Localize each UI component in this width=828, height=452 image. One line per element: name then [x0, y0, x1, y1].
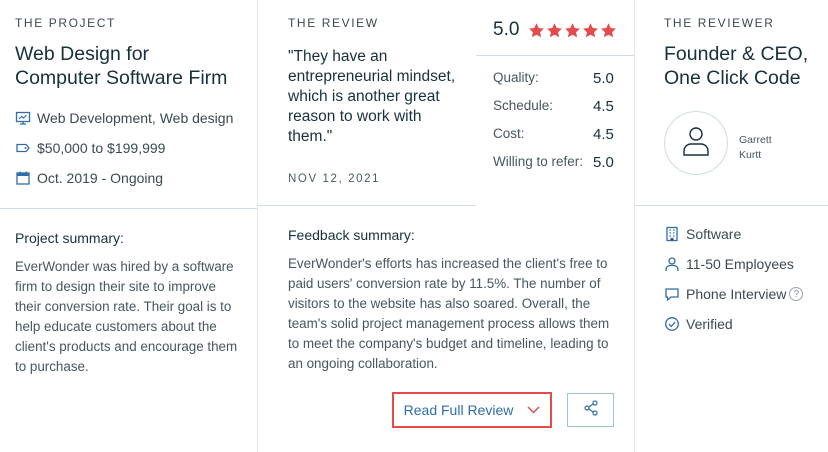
read-full-review-label: Read Full Review — [403, 402, 514, 418]
score-quality: Quality: 5.0 — [493, 70, 615, 87]
reviewer-title-line1: Founder & CEO, — [664, 43, 809, 65]
star-icon — [601, 23, 616, 38]
star-icon — [583, 23, 598, 38]
score-value: 5.0 — [593, 70, 614, 87]
score-willing-to-refer: Willing to refer: 5.0 — [493, 154, 615, 171]
project-title-line1: Web Design for — [15, 43, 150, 65]
person-icon — [664, 256, 680, 272]
share-icon — [583, 399, 599, 421]
reviewer-verification: Verified — [664, 316, 733, 332]
reviewer-title: Founder & CEO, One Click Code — [664, 42, 808, 90]
reviewer-verification-text: Verified — [686, 316, 733, 332]
reviewer-employees: 11-50 Employees — [664, 256, 794, 272]
reviewer-name-last: Kurtt — [739, 149, 762, 161]
chat-bubble-icon — [664, 286, 680, 302]
review-quote: "They have an entrepreneurial mindset, w… — [288, 48, 456, 145]
reviewer-title-line2: One Click Code — [664, 67, 801, 89]
project-timeline-text: Oct. 2019 - Ongoing — [37, 170, 164, 186]
project-summary-label: Project summary: — [15, 230, 124, 246]
review-section-label: THE REVIEW — [288, 16, 379, 30]
star-icon — [547, 23, 562, 38]
score-cost: Cost: 4.5 — [493, 126, 615, 143]
overall-rating: 5.0 — [493, 19, 520, 40]
project-budget: $50,000 to $199,999 — [15, 140, 165, 156]
star-rating — [528, 22, 617, 39]
column-divider-1 — [257, 0, 258, 452]
score-value: 5.0 — [593, 154, 614, 171]
project-title-line2: Computer Software Firm — [15, 67, 228, 89]
price-tag-icon — [15, 140, 31, 156]
feedback-summary-text: EverWonder's efforts has increased the c… — [288, 256, 610, 371]
monitor-icon — [15, 110, 31, 126]
score-label: Willing to refer: — [493, 154, 584, 169]
chevron-down-icon — [527, 406, 540, 414]
project-service-text: Web Development, Web design — [37, 110, 234, 126]
reviewer-industry: Software — [664, 226, 741, 242]
reviewer-name: Garrett Kurtt — [739, 133, 799, 163]
project-service: Web Development, Web design — [15, 110, 233, 126]
question-icon[interactable]: ? — [789, 287, 804, 301]
reviewer-name-first: Garrett — [739, 134, 772, 146]
review-date: NOV 12, 2021 — [288, 173, 381, 185]
project-timeline: Oct. 2019 - Ongoing — [15, 170, 163, 186]
score-label: Quality: — [493, 70, 539, 85]
star-icon — [529, 23, 544, 38]
reviewer-employees-text: 11-50 Employees — [686, 256, 794, 272]
avatar — [664, 111, 728, 175]
user-icon — [681, 125, 711, 162]
share-button[interactable] — [567, 393, 614, 427]
reviewer-divider — [635, 205, 828, 206]
project-title: Web Design for Computer Software Firm — [15, 42, 227, 90]
score-value: 4.5 — [593, 126, 614, 143]
score-value: 4.5 — [593, 98, 614, 115]
reviewer-industry-text: Software — [686, 226, 742, 242]
column-divider-2 — [634, 0, 635, 452]
calendar-icon — [15, 170, 31, 186]
reviewer-review-type: Phone Interview ? — [664, 286, 804, 302]
check-circle-icon — [664, 316, 680, 332]
project-budget-text: $50,000 to $199,999 — [37, 140, 166, 156]
project-summary-text: EverWonder was hired by a software firm … — [15, 259, 238, 374]
score-label: Schedule: — [493, 98, 554, 113]
score-divider — [476, 55, 634, 56]
feedback-summary-label: Feedback summary: — [288, 227, 415, 243]
project-divider — [0, 208, 257, 209]
reviewer-review-type-text: Phone Interview — [686, 286, 787, 302]
project-section-label: THE PROJECT — [15, 16, 116, 30]
read-full-review-button[interactable]: Read Full Review — [392, 392, 552, 428]
reviewer-section-label: THE REVIEWER — [664, 16, 775, 30]
score-label: Cost: — [493, 126, 525, 141]
building-icon — [664, 226, 680, 242]
star-icon — [565, 23, 580, 38]
score-schedule: Schedule: 4.5 — [493, 98, 615, 115]
review-divider — [258, 205, 476, 206]
